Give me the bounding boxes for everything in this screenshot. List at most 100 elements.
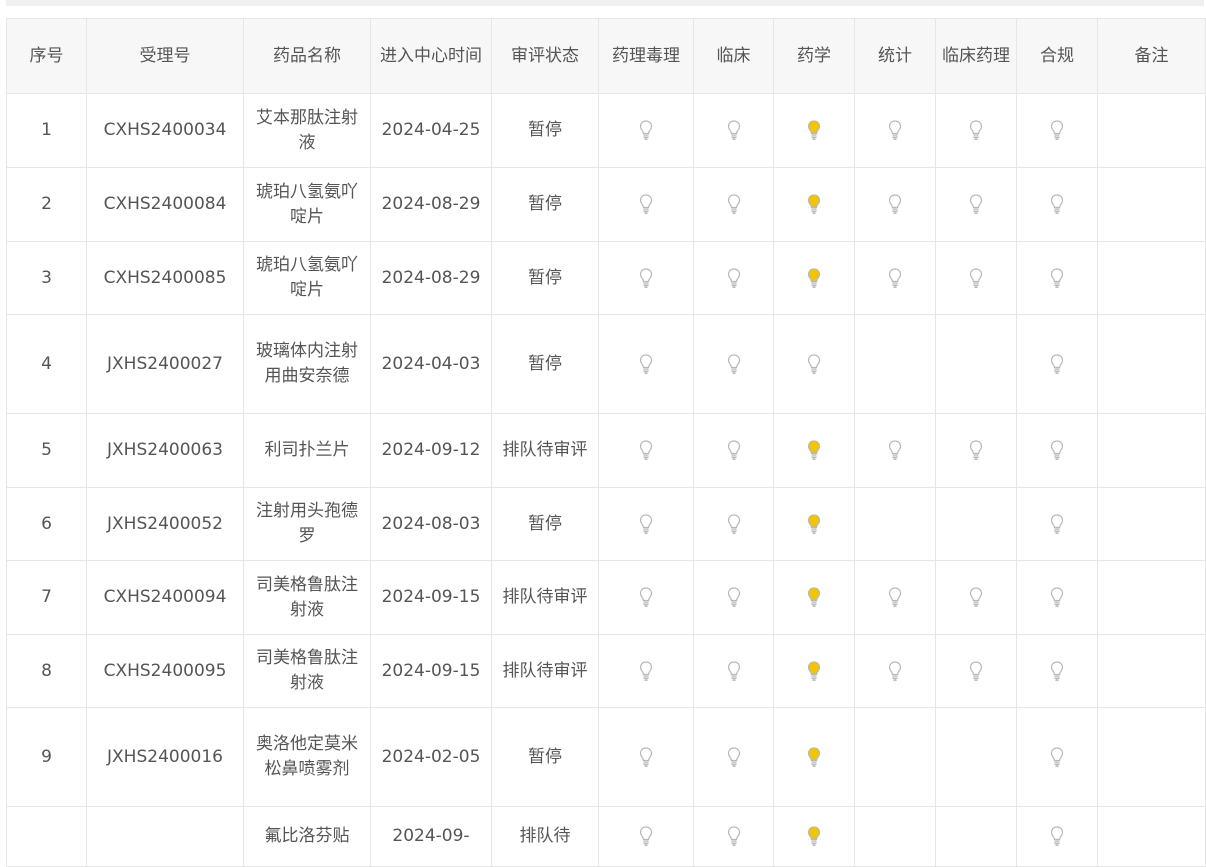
- accept-no-cell: CXHS2400034: [86, 93, 244, 168]
- index-cell: 8: [6, 634, 87, 708]
- pharmacy-cell: [773, 167, 855, 242]
- col-pharmacy-header: 药学: [773, 18, 855, 94]
- status-cell: 排队待审评: [491, 634, 599, 708]
- clinical-cell: [693, 241, 774, 315]
- statistics-cell: [854, 167, 936, 242]
- pharmtox-cell: [598, 413, 694, 488]
- lightbulb-on-icon: [806, 660, 822, 681]
- accept-no-cell: JXHS2400027: [86, 314, 244, 414]
- lightbulb-off-icon: [968, 120, 984, 140]
- lightbulb-off-icon: [968, 267, 984, 288]
- drug-name-cell: 奥洛他定莫米松鼻喷雾剂: [243, 707, 371, 807]
- pharmacy-cell: [773, 93, 855, 168]
- lightbulb-off-icon: [1049, 194, 1065, 214]
- lightbulb-on-icon: [806, 587, 822, 607]
- accept-no-cell: CXHS2400095: [86, 634, 244, 708]
- pharmacy-cell: [773, 241, 855, 315]
- col-index-header: 序号: [6, 18, 87, 94]
- lightbulb-off-icon: [1049, 660, 1065, 681]
- clinpharm-cell: [935, 93, 1017, 168]
- accept-no-cell: JXHS2400063: [86, 413, 244, 488]
- status-cell: 暂停: [491, 487, 599, 561]
- col-accept-no-header: 受理号: [86, 18, 244, 94]
- drug-name-cell: 注射用头孢德罗: [243, 487, 371, 561]
- pharmtox-cell: [598, 241, 694, 315]
- enter-date-cell: 2024-08-29: [370, 241, 492, 315]
- clinical-cell: [693, 634, 774, 708]
- clinpharm-cell: [935, 241, 1017, 315]
- notes-cell: [1097, 314, 1206, 414]
- drug-name-cell: 司美格鲁肽注射液: [243, 634, 371, 708]
- lightbulb-off-icon: [806, 353, 822, 374]
- statistics-cell: [854, 634, 936, 708]
- compliance-cell: [1016, 314, 1098, 414]
- status-cell: 暂停: [491, 707, 599, 807]
- compliance-cell: [1016, 241, 1098, 315]
- pharmacy-cell: [773, 707, 855, 807]
- drug-name-cell: 玻璃体内注射用曲安奈德: [243, 314, 371, 414]
- table-row: 7 CXHS2400094 司美格鲁肽注射液 2024-09-15 排队待审评: [6, 560, 1206, 635]
- status-cell: 排队待: [491, 806, 599, 867]
- accept-no-cell: JXHS2400052: [86, 487, 244, 561]
- drug-name-cell: 利司扑兰片: [243, 413, 371, 488]
- lightbulb-off-icon: [638, 353, 654, 374]
- pharmtox-cell: [598, 167, 694, 242]
- pharmacy-cell: [773, 413, 855, 488]
- col-clinpharm-header: 临床药理: [935, 18, 1017, 94]
- clinpharm-cell: [935, 487, 1017, 561]
- lightbulb-off-icon: [638, 267, 654, 288]
- lightbulb-off-icon: [638, 194, 654, 214]
- top-scroll-bar: [6, 0, 1204, 6]
- status-cell: 暂停: [491, 167, 599, 242]
- clinical-cell: [693, 707, 774, 807]
- lightbulb-on-icon: [806, 194, 822, 214]
- lightbulb-off-icon: [968, 587, 984, 607]
- notes-cell: [1097, 167, 1206, 242]
- clinpharm-cell: [935, 634, 1017, 708]
- lightbulb-on-icon: [806, 826, 822, 846]
- index-cell: 4: [6, 314, 87, 414]
- col-compliance-header: 合规: [1016, 18, 1098, 94]
- lightbulb-off-icon: [1049, 826, 1065, 846]
- drug-name-cell: 琥珀八氢氨吖啶片: [243, 167, 371, 242]
- pharmtox-cell: [598, 93, 694, 168]
- clinical-cell: [693, 93, 774, 168]
- col-clinical-header: 临床: [693, 18, 774, 94]
- notes-cell: [1097, 487, 1206, 561]
- compliance-cell: [1016, 413, 1098, 488]
- status-cell: 排队待审评: [491, 560, 599, 635]
- drug-name-cell: 艾本那肽注射液: [243, 93, 371, 168]
- compliance-cell: [1016, 487, 1098, 561]
- pharmtox-cell: [598, 487, 694, 561]
- clinical-cell: [693, 560, 774, 635]
- col-pharmtox-header: 药理毒理: [598, 18, 694, 94]
- enter-date-cell: 2024-08-03: [370, 487, 492, 561]
- enter-date-cell: 2024-08-29: [370, 167, 492, 242]
- accept-no-cell: [86, 806, 244, 867]
- lightbulb-on-icon: [806, 120, 822, 140]
- pharmacy-cell: [773, 634, 855, 708]
- lightbulb-off-icon: [1049, 513, 1065, 534]
- statistics-cell: [854, 806, 936, 867]
- accept-no-cell: CXHS2400094: [86, 560, 244, 635]
- lightbulb-off-icon: [968, 660, 984, 681]
- statistics-cell: [854, 93, 936, 168]
- lightbulb-off-icon: [638, 120, 654, 140]
- lightbulb-off-icon: [887, 194, 903, 214]
- pharmtox-cell: [598, 806, 694, 867]
- lightbulb-off-icon: [887, 120, 903, 140]
- pharmtox-cell: [598, 314, 694, 414]
- status-cell: 暂停: [491, 241, 599, 315]
- notes-cell: [1097, 634, 1206, 708]
- table-row: 1 CXHS2400034 艾本那肽注射液 2024-04-25 暂停: [6, 93, 1206, 168]
- drug-name-cell: 琥珀八氢氨吖啶片: [243, 241, 371, 315]
- clinpharm-cell: [935, 167, 1017, 242]
- clinpharm-cell: [935, 413, 1017, 488]
- lightbulb-off-icon: [1049, 120, 1065, 140]
- lightbulb-on-icon: [806, 440, 822, 460]
- lightbulb-off-icon: [1049, 440, 1065, 460]
- lightbulb-off-icon: [726, 660, 742, 681]
- lightbulb-off-icon: [638, 513, 654, 534]
- index-cell: 2: [6, 167, 87, 242]
- statistics-cell: [854, 487, 936, 561]
